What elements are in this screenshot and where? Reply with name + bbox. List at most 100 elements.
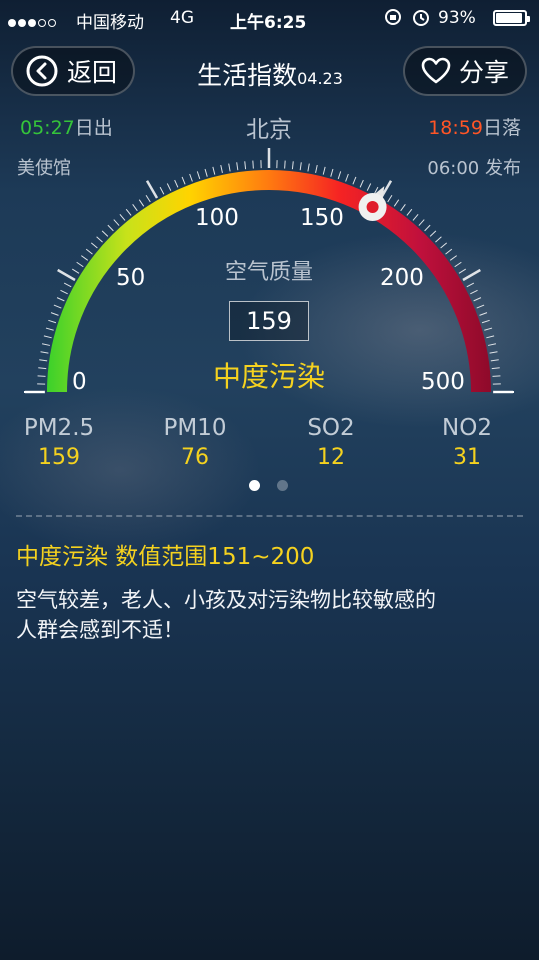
gauge-tick xyxy=(132,204,138,212)
gauge-tick xyxy=(400,204,406,212)
gauge-tick xyxy=(424,224,431,232)
gauge-tick xyxy=(48,319,57,324)
pollutant-value: 76 xyxy=(181,445,209,470)
gauge-tick xyxy=(315,164,318,173)
pollutant-name: NO2 xyxy=(442,415,492,441)
gauge-tick xyxy=(330,168,334,177)
gauge-tick xyxy=(39,359,48,362)
gauge-tick xyxy=(291,161,294,170)
pollutant-name: SO2 xyxy=(307,415,355,441)
gauge-tick xyxy=(412,213,419,221)
gauge-tick xyxy=(57,268,76,282)
gauge-tick xyxy=(337,171,342,180)
gauge-tick xyxy=(449,255,457,261)
gauge-tick xyxy=(81,255,89,261)
gauge-tick xyxy=(189,173,193,182)
pollutant-name: PM10 xyxy=(163,415,227,441)
level-range-heading: 中度污染 数值范围151~200 xyxy=(16,544,315,570)
gauge-tick xyxy=(473,297,482,302)
gauge-tick xyxy=(145,194,151,203)
gauge-tick xyxy=(63,282,72,288)
health-advice-line: 人群会感到不适！ xyxy=(16,618,184,642)
gauge-tick xyxy=(45,327,54,331)
gauge-tick xyxy=(366,183,372,191)
health-advice-line: 空气较差，老人、小孩及对污染物比较敏感的 xyxy=(16,588,436,612)
gauge-tick xyxy=(489,351,498,354)
gauge-tick xyxy=(37,375,46,377)
gauge-tick xyxy=(470,289,478,295)
gauge-tick xyxy=(406,208,413,216)
gauge-tick xyxy=(41,343,50,346)
gauge-tick xyxy=(113,219,120,226)
aqi-level: 中度污染 xyxy=(212,360,325,393)
gauge-tick xyxy=(484,327,493,331)
gauge-tick xyxy=(145,180,159,199)
gauge-tick xyxy=(43,335,52,339)
gauge-tick xyxy=(212,166,216,175)
gauge-tick xyxy=(307,163,310,172)
gauge-tick xyxy=(159,186,165,195)
gauge-tick xyxy=(322,166,326,175)
gauge-title: 空气质量 xyxy=(224,260,313,285)
gauge-tick xyxy=(85,248,93,255)
gauge-tick xyxy=(490,359,499,362)
gauge-tick xyxy=(491,367,500,370)
gauge-tick xyxy=(486,335,495,339)
health-advice: 空气较差，老人、小孩及对污染物比较敏感的 人群会感到不适！ xyxy=(16,585,436,645)
gauge-tick xyxy=(228,163,231,172)
gauge-tick xyxy=(166,183,172,191)
gauge-tick xyxy=(174,179,179,188)
gauge-tick xyxy=(284,160,286,169)
gauge-tick xyxy=(252,160,254,169)
gauge-tick xyxy=(96,236,103,243)
page-dot-active[interactable] xyxy=(249,480,260,491)
gauge-tick xyxy=(244,161,247,170)
gauge-tick xyxy=(181,176,186,185)
gauge-tick xyxy=(196,171,201,180)
gauge-tick xyxy=(458,268,467,274)
pollutant-value: 159 xyxy=(38,445,80,470)
gauge-tick xyxy=(76,261,84,268)
gauge-tick xyxy=(435,236,442,243)
gauge-tick xyxy=(454,261,462,268)
gauge-tick xyxy=(53,304,62,309)
pollutant-value: 31 xyxy=(453,445,481,470)
divider xyxy=(16,515,523,517)
gauge-tick xyxy=(488,343,497,346)
gauge-tick xyxy=(387,194,393,203)
page-dot[interactable] xyxy=(277,480,288,491)
tick-label-200: 200 xyxy=(380,265,424,291)
gauge-tick xyxy=(50,312,59,316)
page-indicator[interactable] xyxy=(249,480,291,492)
gauge-tick xyxy=(119,213,126,221)
gauge-tick xyxy=(107,224,114,232)
gauge-tick xyxy=(60,289,68,295)
gauge-tick xyxy=(462,268,481,282)
gauge-tick xyxy=(236,162,239,171)
tick-label-0: 0 xyxy=(72,369,87,395)
gauge-tick xyxy=(492,375,501,377)
pollutant-name: PM2.5 xyxy=(23,415,95,441)
gauge-tick xyxy=(71,268,80,274)
gauge-tick xyxy=(345,173,349,182)
tick-label-50: 50 xyxy=(116,265,146,291)
gauge-tick xyxy=(220,164,223,173)
gauge-tick xyxy=(359,179,364,188)
gauge-tick xyxy=(56,297,65,302)
gauge-tick xyxy=(429,230,437,237)
pointer-center xyxy=(366,201,379,214)
gauge-tick xyxy=(479,312,488,316)
gauge-tick xyxy=(393,199,400,207)
gauge-tick xyxy=(101,230,109,237)
gauge-tick xyxy=(481,319,490,324)
tick-label-100: 100 xyxy=(195,205,239,231)
gauge-tick xyxy=(40,351,49,354)
gauge-tick xyxy=(204,168,208,177)
tick-label-150: 150 xyxy=(300,205,344,231)
gauge-tick xyxy=(476,304,485,309)
tick-label-500: 500 xyxy=(421,369,465,395)
gauge-tick xyxy=(466,282,475,288)
gauge-tick xyxy=(90,242,98,249)
gauge-tick xyxy=(440,242,448,249)
aqi-value: 159 xyxy=(229,301,309,341)
